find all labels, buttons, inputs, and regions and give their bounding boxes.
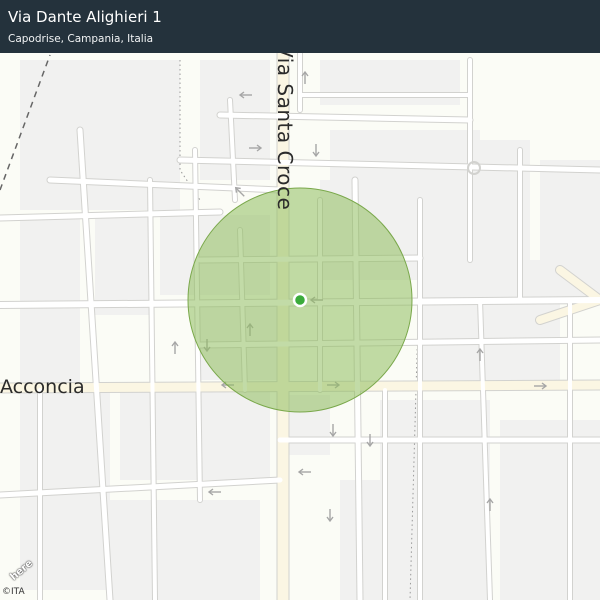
map-copyright: ©ITA (2, 587, 25, 597)
location-dot (292, 292, 308, 308)
oneway-arrow (297, 468, 311, 476)
city-block (120, 390, 270, 480)
address-title: Via Dante Alighieri 1 (8, 8, 162, 26)
oneway-arrow (326, 509, 334, 523)
oneway-arrow (329, 424, 337, 438)
city-block (20, 215, 80, 385)
city-block (500, 420, 600, 600)
map-view[interactable]: Via Santa Croce Acconcia here ©ITA Via D… (0, 0, 600, 600)
city-block (440, 140, 530, 260)
address-subtitle: Capodrise, Campania, Italia (8, 33, 154, 45)
place-label-acconcia: Acconcia (0, 376, 85, 398)
address-header: Via Dante Alighieri 1 Capodrise, Campani… (0, 0, 600, 53)
city-block (320, 60, 460, 105)
oneway-arrow (312, 144, 320, 158)
oneway-arrow (171, 340, 179, 354)
city-block (110, 500, 260, 600)
street-label-via-santa-croce: Via Santa Croce (273, 44, 297, 211)
map-canvas[interactable] (0, 0, 600, 600)
oneway-arrow (207, 488, 221, 496)
